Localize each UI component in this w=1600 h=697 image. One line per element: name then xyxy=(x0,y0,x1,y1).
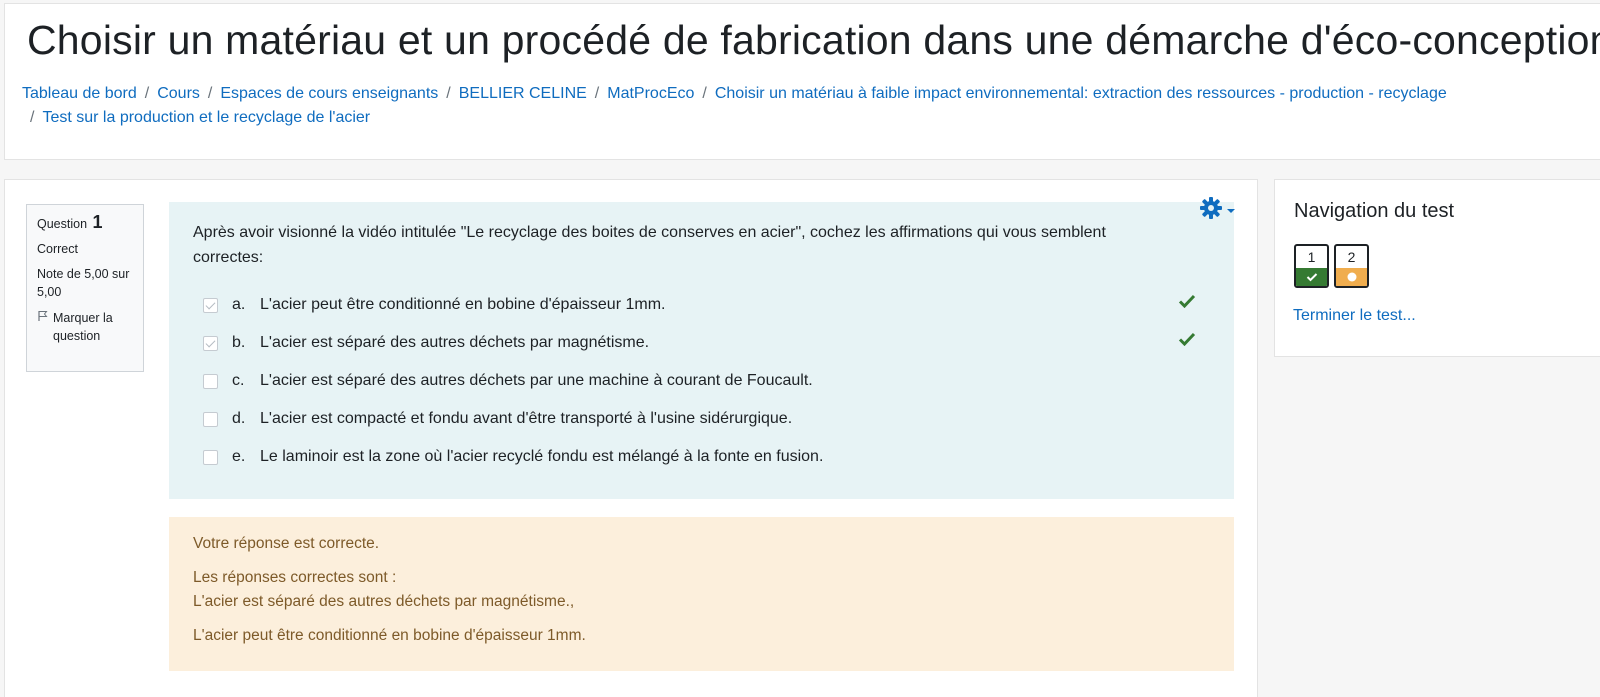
answer-letter: e. xyxy=(232,448,246,465)
breadcrumb-separator: / xyxy=(144,85,150,102)
answer-text: Le laminoir est la zone où l'acier recyc… xyxy=(260,448,824,465)
breadcrumb-separator: / xyxy=(446,85,451,102)
breadcrumb-item-courses[interactable]: Cours xyxy=(157,85,200,102)
question-formulation: Après avoir visionné la vidéo intitulée … xyxy=(169,202,1234,499)
breadcrumb-separator: / xyxy=(702,85,707,102)
quiz-navigation-title: Navigation du test xyxy=(1294,200,1455,222)
answer-text: L'acier peut être conditionné en bobine … xyxy=(260,296,666,313)
finish-attempt-link[interactable]: Terminer le test... xyxy=(1293,307,1416,325)
answer-option-a[interactable]: a. L'acier peut être conditionné en bobi… xyxy=(193,286,1210,324)
answer-option-d[interactable]: d. L'acier est compacté et fondu avant d… xyxy=(193,400,1210,438)
breadcrumb-separator: / xyxy=(30,109,35,126)
question-number: Question 1 xyxy=(37,212,103,232)
question-info: Question 1 Correct Note de 5,00 sur 5,00… xyxy=(26,204,144,372)
breadcrumb-separator: / xyxy=(594,85,600,102)
question-grade: Note de 5,00 sur 5,00 xyxy=(37,267,130,299)
answer-option-c[interactable]: c. L'acier est séparé des autres déchets… xyxy=(193,362,1210,400)
partial-circle-icon xyxy=(1336,268,1367,286)
answer-option-b[interactable]: b. L'acier est séparé des autres déchets… xyxy=(193,324,1210,362)
answer-checkbox[interactable] xyxy=(203,373,218,389)
answer-checkbox[interactable] xyxy=(203,449,218,465)
breadcrumb-item-section[interactable]: Choisir un matériau à faible impact envi… xyxy=(715,85,1447,102)
quiz-nav-button-2[interactable]: 2 xyxy=(1334,244,1369,288)
answer-text: L'acier est séparé des autres déchets pa… xyxy=(260,334,650,351)
breadcrumb-separator: / xyxy=(207,85,213,102)
flag-icon xyxy=(37,309,49,345)
breadcrumb-item-teacher[interactable]: BELLIER CELINE xyxy=(459,85,587,102)
breadcrumb-item-dashboard[interactable]: Tableau de bord xyxy=(22,85,137,102)
breadcrumb-item-quiz[interactable]: Test sur la production et le recyclage d… xyxy=(42,109,370,126)
flag-question-label: Marquer la question xyxy=(53,311,113,343)
quiz-nav-button-1[interactable]: 1 xyxy=(1294,244,1329,288)
right-answer-heading: Les réponses correctes sont : xyxy=(193,569,397,586)
breadcrumb: Tableau de bord / Cours / Espaces de cours e… xyxy=(22,82,1562,130)
answer-option-e[interactable]: e. Le laminoir est la zone où l'acier re… xyxy=(193,438,1210,476)
quiz-nav-number: 1 xyxy=(1307,249,1316,265)
breadcrumb-item-teacher-spaces[interactable]: Espaces de cours enseignants xyxy=(220,85,438,102)
answer-checkbox[interactable] xyxy=(203,297,218,313)
question-settings-menu[interactable] xyxy=(1199,196,1239,225)
answer-text: L'acier est compacté et fondu avant d'êt… xyxy=(260,410,793,427)
right-answer-1: L'acier est séparé des autres déchets pa… xyxy=(193,593,575,610)
question-state: Correct xyxy=(37,242,78,256)
right-answer-2: L'acier peut être conditionné en bobine … xyxy=(193,627,586,644)
answer-text: L'acier est séparé des autres déchets pa… xyxy=(260,372,813,389)
answer-list: a. L'acier peut être conditionné en bobi… xyxy=(193,286,1210,476)
answer-letter: c. xyxy=(232,372,245,389)
correct-check-icon xyxy=(1296,268,1327,286)
answer-letter: d. xyxy=(232,410,246,427)
gear-icon xyxy=(1199,196,1223,225)
correct-check-icon xyxy=(1178,332,1196,347)
answer-checkbox[interactable] xyxy=(203,335,218,351)
answer-letter: b. xyxy=(232,334,246,351)
chevron-down-icon xyxy=(1227,201,1235,219)
breadcrumb-line-2: / Test sur la production et le recyclage … xyxy=(22,106,1562,130)
answer-checkbox[interactable] xyxy=(203,411,218,427)
answer-letter: a. xyxy=(232,296,246,313)
feedback-panel: Votre réponse est correcte. Les réponses… xyxy=(169,517,1234,671)
correct-check-icon xyxy=(1178,294,1196,309)
flag-question-toggle[interactable]: Marquer la question xyxy=(37,309,133,345)
feedback-result: Votre réponse est correcte. xyxy=(193,535,380,552)
breadcrumb-item-course[interactable]: MatProcEco xyxy=(607,85,694,102)
question-text: Après avoir visionné la vidéo intitulée … xyxy=(193,224,1106,266)
quiz-nav-number: 2 xyxy=(1347,249,1356,265)
page-title: Choisir un matériau et un procédé de fab… xyxy=(27,17,1600,63)
